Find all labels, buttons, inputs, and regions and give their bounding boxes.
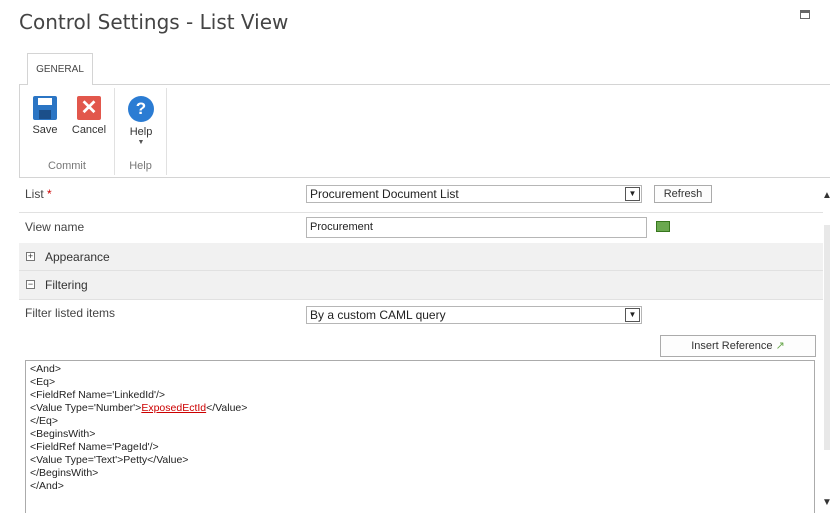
- row-divider: [19, 212, 823, 213]
- insert-arrow-icon: ↗: [775, 340, 785, 352]
- tab-general[interactable]: GENERAL: [27, 53, 93, 85]
- list-label-text: List: [25, 187, 44, 201]
- filter-items-label: Filter listed items: [25, 306, 116, 320]
- exposed-ect-id-reference[interactable]: ExposedEctId: [141, 402, 206, 414]
- save-button[interactable]: Save: [29, 96, 61, 136]
- appearance-section[interactable]: [19, 243, 823, 271]
- scroll-down-icon[interactable]: ▼: [822, 497, 830, 508]
- list-select-value: Procurement Document List: [310, 187, 459, 201]
- insert-reference-button[interactable]: Insert Reference ↗: [660, 335, 816, 357]
- row-divider: [19, 299, 823, 300]
- caml-query-editor[interactable]: <And> <Eq> <FieldRef Name='LinkedId'/> <…: [25, 360, 815, 513]
- scroll-up-icon[interactable]: ▲: [822, 190, 830, 201]
- required-marker: *: [47, 187, 52, 201]
- address-book-icon[interactable]: [656, 221, 670, 232]
- filtering-section[interactable]: [19, 271, 823, 299]
- save-icon: [33, 96, 57, 120]
- caml-line: <Value Type='Text'>Petty</Value>: [30, 454, 189, 466]
- caml-line: </Eq>: [30, 415, 59, 427]
- help-group-label: Help: [129, 160, 152, 172]
- filtering-title[interactable]: Filtering: [45, 278, 88, 292]
- chevron-down-icon[interactable]: ▼: [625, 187, 640, 201]
- cancel-button[interactable]: ✕ Cancel: [71, 96, 107, 136]
- collapse-icon[interactable]: −: [26, 280, 35, 289]
- caml-line: <FieldRef Name='LinkedId'/>: [30, 389, 166, 401]
- refresh-button[interactable]: Refresh: [654, 185, 712, 203]
- cancel-label: Cancel: [71, 124, 107, 136]
- group-separator: [166, 88, 167, 175]
- caml-fragment: <Value Type='Number'>: [30, 402, 142, 414]
- ribbon-divider: [19, 177, 830, 178]
- list-label: List *: [25, 187, 52, 201]
- scrollbar-thumb[interactable]: [824, 225, 830, 450]
- filter-items-select[interactable]: By a custom CAML query ▼: [306, 306, 642, 324]
- caml-line: <Eq>: [30, 376, 56, 388]
- maximize-icon[interactable]: [800, 10, 810, 19]
- caml-line: </And>: [30, 480, 64, 492]
- cancel-icon: ✕: [77, 96, 101, 120]
- expand-icon[interactable]: +: [26, 252, 35, 261]
- caml-line: <FieldRef Name='PageId'/>: [30, 441, 159, 453]
- view-name-input[interactable]: Procurement: [306, 217, 647, 238]
- caml-line: <And>: [30, 363, 61, 375]
- dialog-title: Control Settings - List View: [19, 10, 289, 34]
- help-button[interactable]: ? Help ▼: [123, 96, 159, 146]
- filter-items-value: By a custom CAML query: [310, 308, 446, 322]
- save-label: Save: [32, 124, 58, 136]
- commit-group-label: Commit: [48, 160, 86, 172]
- caml-fragment: </Value>: [206, 402, 248, 414]
- view-name-label: View name: [25, 220, 85, 234]
- caml-line: </BeginsWith>: [30, 467, 99, 479]
- chevron-down-icon: ▼: [137, 139, 145, 146]
- list-select[interactable]: Procurement Document List ▼: [306, 185, 642, 203]
- help-icon: ?: [128, 96, 154, 122]
- help-label: Help: [129, 126, 153, 138]
- caml-line: <BeginsWith>: [30, 428, 96, 440]
- insert-reference-label: Insert Reference: [691, 340, 773, 352]
- chevron-down-icon[interactable]: ▼: [625, 308, 640, 322]
- caml-line: <Value Type='Number'>ExposedEctId</Value…: [30, 402, 810, 415]
- appearance-title[interactable]: Appearance: [45, 250, 110, 264]
